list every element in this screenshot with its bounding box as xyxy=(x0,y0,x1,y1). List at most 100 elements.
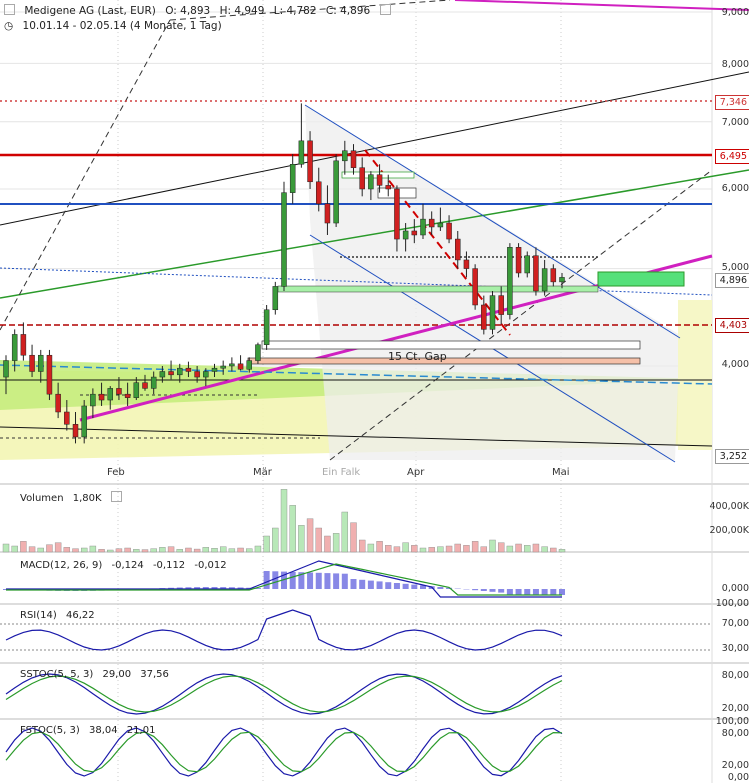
volume-bar xyxy=(480,546,488,553)
candle-body xyxy=(11,334,18,361)
candle-body xyxy=(72,424,79,438)
volume-bar xyxy=(454,543,461,553)
instrument-name: Medigene AG (Last, EUR) xyxy=(24,5,156,17)
volume-label: Volumen 1,80K xyxy=(20,491,128,504)
rsi-title: RSI(14) xyxy=(20,610,57,621)
macd-bar xyxy=(480,589,487,591)
volume-bar xyxy=(315,527,322,553)
macd-bar xyxy=(498,589,505,593)
candle-body xyxy=(3,360,9,378)
candle-body xyxy=(124,393,131,398)
volume-bar xyxy=(193,548,201,553)
candle-body xyxy=(333,160,339,224)
candle-body xyxy=(481,304,487,330)
volume-bar xyxy=(358,539,366,553)
candle-body xyxy=(203,371,209,378)
candle-body xyxy=(507,247,513,315)
price-tag: 3,252 xyxy=(714,449,749,464)
volume-bar xyxy=(46,544,53,553)
candle-body xyxy=(420,218,426,236)
price-tag: 7,346 xyxy=(714,95,749,110)
candle-body xyxy=(55,393,61,413)
sstoc-label: SSTOC(5, 5, 3) 29,00 37,56 xyxy=(20,669,175,680)
macd-bar xyxy=(385,582,392,589)
volume-bar xyxy=(306,518,314,553)
fstoc-value-1: 38,04 xyxy=(88,725,118,736)
x-tick: Mai xyxy=(552,467,570,478)
candle-body xyxy=(255,344,261,361)
magenta-top xyxy=(454,0,749,11)
volume-bar xyxy=(89,545,97,553)
y-tick: 6,000 xyxy=(721,183,749,194)
volume-bar xyxy=(419,547,427,553)
macd-value-2: -0,112 xyxy=(152,560,186,571)
volume-bar xyxy=(385,545,392,553)
volume-bar xyxy=(63,547,71,553)
open-value: O: 4,893 xyxy=(165,5,211,17)
volume-bar xyxy=(237,547,244,553)
macd-bar xyxy=(315,572,322,589)
macd-bar xyxy=(376,581,383,589)
candle-body xyxy=(550,268,557,283)
low-value: L: 4,782 xyxy=(273,5,317,17)
high-value: H: 4,949 xyxy=(219,5,265,17)
volume-bar xyxy=(367,543,375,553)
volume-bar xyxy=(141,549,149,553)
candle-body xyxy=(220,365,226,369)
y-tick: 5,000 xyxy=(721,262,749,273)
macd-bar xyxy=(411,584,418,589)
volume-bar xyxy=(506,545,514,553)
macd-bar xyxy=(550,589,557,595)
candle-body xyxy=(229,363,235,367)
macd-bar xyxy=(541,589,548,595)
macd-bar xyxy=(367,580,374,589)
macd-bar xyxy=(402,583,409,589)
volume-bar xyxy=(254,545,262,553)
volume-bar xyxy=(124,547,131,553)
price-tag: 4,403 xyxy=(714,318,749,333)
gap-box xyxy=(261,340,641,350)
macd-bar xyxy=(359,579,366,589)
volume-bar xyxy=(72,548,79,553)
volume-bar xyxy=(202,547,210,553)
candle-body xyxy=(263,309,270,345)
candle-body xyxy=(533,255,539,292)
candle-body xyxy=(324,203,331,224)
volume-bar xyxy=(489,539,496,553)
macd-bar xyxy=(289,571,296,589)
volume-settings-icon[interactable] xyxy=(110,491,122,502)
macd-title: MACD(12, 26, 9) xyxy=(20,560,103,571)
candle-body xyxy=(437,222,444,228)
macd-value-3: -0,012 xyxy=(194,560,227,571)
macd-bar xyxy=(515,589,522,595)
close-value: C: 4,896 xyxy=(325,5,371,17)
volume-bar xyxy=(280,489,288,553)
candle-body xyxy=(46,354,53,395)
candle-body xyxy=(29,354,35,372)
volume-bar xyxy=(341,511,349,553)
candle-body xyxy=(463,259,470,269)
volume-bar xyxy=(350,522,357,553)
candlestick-icon xyxy=(4,4,15,15)
macd-bar xyxy=(393,583,400,589)
yellow-side xyxy=(678,300,712,450)
volume-bar xyxy=(272,527,279,553)
macd-bar xyxy=(350,579,357,589)
volume-value: 1,80K xyxy=(72,493,102,504)
candle-body xyxy=(489,295,496,330)
y-tick: 8,000 xyxy=(721,59,749,70)
candle-body xyxy=(150,376,157,389)
volume-bar xyxy=(298,525,305,553)
fstoc-tick: 100,00 xyxy=(715,716,749,727)
volume-bar xyxy=(532,543,540,553)
fstoc-tick: 80,00 xyxy=(721,728,749,739)
candle-body xyxy=(515,247,522,274)
y-tick: 7,000 xyxy=(721,117,749,128)
candle-body xyxy=(428,218,435,228)
x-tick: Mär xyxy=(253,467,272,478)
volume-bar xyxy=(445,545,453,553)
settings-icon[interactable] xyxy=(379,4,391,15)
rsi-tick: 30,00 xyxy=(721,643,749,654)
macd-bar xyxy=(489,589,496,592)
gap-box xyxy=(277,285,599,293)
